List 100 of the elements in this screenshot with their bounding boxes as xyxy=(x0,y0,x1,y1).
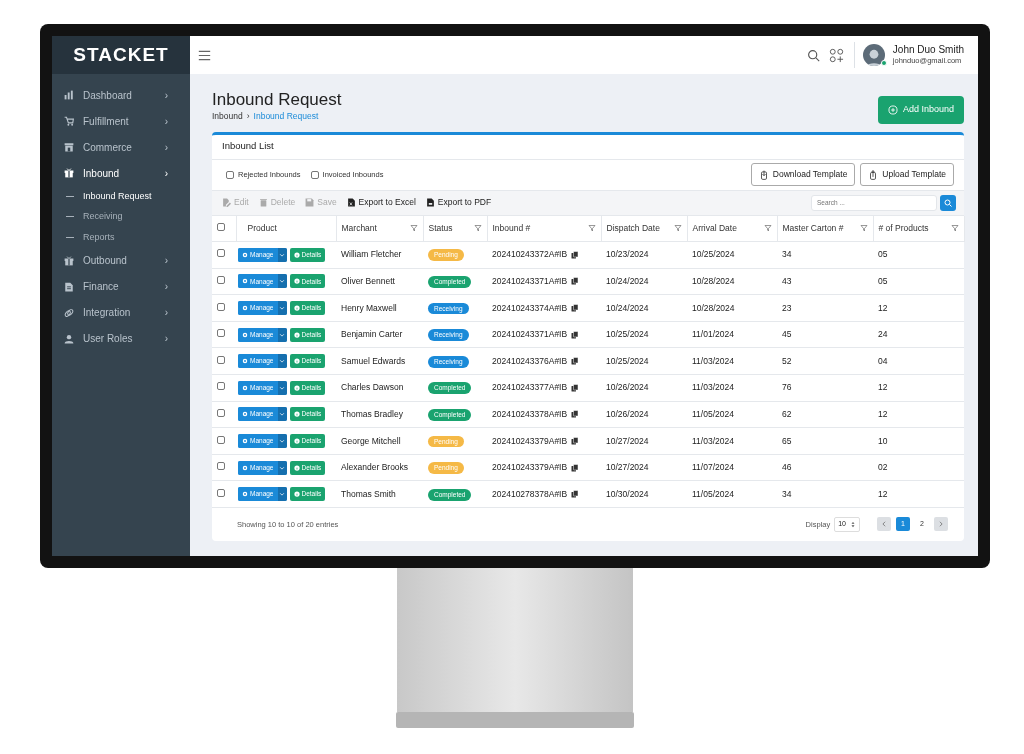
column-header[interactable]: Product xyxy=(241,221,277,235)
search-button[interactable] xyxy=(940,194,956,211)
gear-icon xyxy=(242,464,248,471)
table-cell: 10/26/2024 xyxy=(606,382,649,393)
table-cell: 11/01/2024 xyxy=(692,329,734,340)
table-cell: 65 xyxy=(782,435,792,446)
dropdown-toggle-button[interactable] xyxy=(277,487,287,502)
copy-icon[interactable] xyxy=(571,383,580,392)
sidebar-subitem[interactable]: Reports xyxy=(52,227,190,248)
dropdown-toggle-button[interactable] xyxy=(277,460,287,475)
select-all-checkbox[interactable] xyxy=(217,222,225,231)
row-checkbox[interactable] xyxy=(217,488,225,497)
row-checkbox[interactable] xyxy=(217,302,225,311)
dropdown-toggle-button[interactable] xyxy=(277,247,287,262)
avatar[interactable] xyxy=(862,44,885,66)
copy-icon[interactable] xyxy=(571,357,580,366)
sidebar-item[interactable]: User Roles › xyxy=(52,325,190,352)
dropdown-toggle-button[interactable] xyxy=(277,274,287,289)
row-checkbox[interactable] xyxy=(217,462,225,471)
table-cell: 52 xyxy=(782,355,792,366)
copy-icon[interactable] xyxy=(571,463,580,472)
sidebar-item[interactable]: Commerce › xyxy=(52,134,190,160)
table-cell: 10/30/2024 xyxy=(606,488,649,499)
copy-icon[interactable] xyxy=(571,250,580,259)
dropdown-toggle-button[interactable] xyxy=(277,380,287,395)
table-cell: 12 xyxy=(878,409,888,419)
table-cell: 10/27/2024 xyxy=(606,462,649,473)
copy-icon[interactable] xyxy=(571,277,580,286)
row-checkbox[interactable] xyxy=(217,355,225,364)
table-cell: 12 xyxy=(878,302,888,313)
filter-icon[interactable] xyxy=(673,224,682,233)
table-cell: 10/25/2024 xyxy=(606,329,649,340)
copy-icon[interactable] xyxy=(571,436,580,445)
copy-icon[interactable] xyxy=(571,330,580,339)
sidebar-item[interactable]: Finance › xyxy=(52,273,190,300)
cart-icon xyxy=(64,116,74,126)
sidebar-item[interactable]: Dashboard › xyxy=(52,82,190,108)
row-checkbox[interactable] xyxy=(217,435,225,444)
caret-icon xyxy=(279,358,285,365)
info-icon xyxy=(293,411,300,418)
template-button[interactable]: Upload Template xyxy=(860,163,954,186)
info-icon xyxy=(293,251,300,258)
table-cell: Alexander Brooks xyxy=(341,462,409,473)
apps-icon[interactable] xyxy=(828,47,844,63)
row-checkbox[interactable] xyxy=(217,329,225,338)
column-header[interactable]: Inbound # xyxy=(492,221,531,235)
copy-icon[interactable] xyxy=(571,490,580,499)
row-checkbox[interactable] xyxy=(217,249,225,258)
copy-icon[interactable] xyxy=(571,304,580,312)
row-checkbox[interactable] xyxy=(217,276,225,284)
row-checkbox[interactable] xyxy=(217,409,225,417)
search-icon[interactable] xyxy=(806,48,820,62)
filter-icon[interactable] xyxy=(473,224,482,233)
add-inbound-button[interactable]: Add Inbound xyxy=(877,96,964,124)
table-cell: 202410278378A#IB xyxy=(492,487,568,501)
breadcrumb-link[interactable]: Inbound xyxy=(212,110,243,124)
info-icon xyxy=(293,358,300,365)
dropdown-toggle-button[interactable] xyxy=(277,301,287,315)
dropdown-toggle-button[interactable] xyxy=(277,327,287,342)
sidebar-item[interactable]: Inbound › xyxy=(52,160,190,186)
table-cell: Thomas Smith xyxy=(341,488,396,499)
dropdown-toggle-button[interactable] xyxy=(277,354,287,369)
sidebar-item[interactable]: Fulfillment › xyxy=(52,108,190,134)
column-header[interactable]: Arrival Date xyxy=(692,221,737,235)
row-checkbox[interactable] xyxy=(217,382,225,391)
sidebar-subitem[interactable]: Inbound Request xyxy=(52,186,190,207)
filter-icon[interactable] xyxy=(409,224,418,233)
chevron-right-icon xyxy=(938,521,944,528)
template-button[interactable]: Download Template xyxy=(750,163,856,186)
table-cell: 11/03/2024 xyxy=(692,382,734,393)
filter-icon[interactable] xyxy=(950,224,959,233)
column-header[interactable]: # of Products xyxy=(878,221,929,235)
table-cell: Charles Dawson xyxy=(341,382,404,393)
box-icon xyxy=(64,168,74,178)
filter-icon[interactable] xyxy=(587,224,596,233)
download-icon xyxy=(758,169,769,180)
column-header[interactable]: Master Carton # xyxy=(782,221,844,235)
sidebar-subitem[interactable]: Receiving xyxy=(52,206,190,227)
toolbar-button[interactable]: Export to PDF xyxy=(425,196,492,209)
table-cell: 202410243374A#IB xyxy=(492,301,568,315)
caret-icon xyxy=(279,278,285,285)
excel-file-icon xyxy=(346,198,356,207)
column-header[interactable]: Status xyxy=(428,221,453,235)
column-header[interactable]: Marchant xyxy=(341,221,377,235)
plus-circle-icon xyxy=(887,104,898,115)
filter-icon[interactable] xyxy=(763,224,772,233)
sidebar-item[interactable]: Integration › xyxy=(52,299,190,326)
sidebar-item[interactable]: Outbound › xyxy=(52,247,190,274)
table-cell: 202410243379A#IB xyxy=(492,434,568,448)
dropdown-toggle-button[interactable] xyxy=(277,433,287,448)
menu-icon[interactable] xyxy=(198,48,211,62)
column-header[interactable]: Dispatch Date xyxy=(606,221,660,235)
gear-icon xyxy=(242,278,248,285)
bar-chart-icon xyxy=(64,90,74,100)
dropdown-toggle-button[interactable] xyxy=(277,407,287,422)
table-cell: William Fletcher xyxy=(341,249,402,260)
filter-icon[interactable] xyxy=(859,224,868,233)
copy-icon[interactable] xyxy=(571,410,580,419)
toolbar-button[interactable]: Export to Excel xyxy=(346,196,416,209)
table-cell: 10/23/2024 xyxy=(606,249,649,260)
